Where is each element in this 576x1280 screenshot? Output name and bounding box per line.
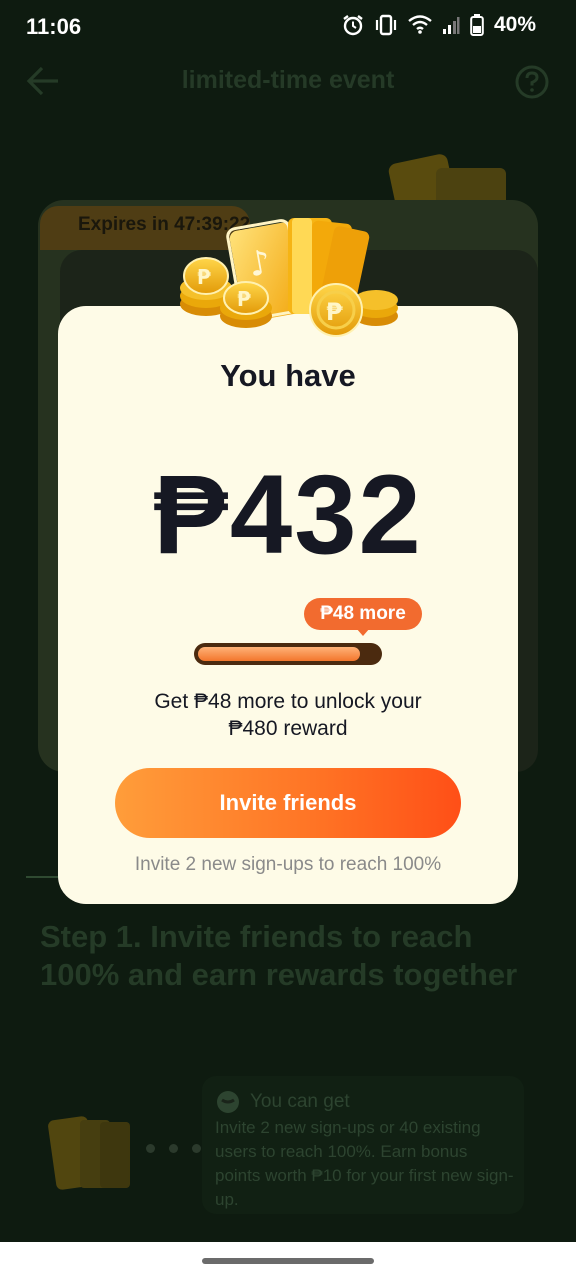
gift-icon	[217, 1091, 239, 1113]
status-time: 11:06	[26, 14, 82, 39]
coins-reward-image: ♪ ₱ ₱ ₱	[180, 218, 398, 337]
status-bar: 11:06 40%	[0, 0, 576, 52]
reward-amount: ₱432	[153, 452, 423, 577]
coupon-cards-image	[48, 1116, 130, 1190]
invite-friends-button[interactable]: Invite friends	[115, 768, 461, 838]
reward-modal: You have ₱432 ₱48 more Get ₱48 more to u…	[58, 306, 518, 904]
svg-text:₱: ₱	[197, 265, 211, 289]
modal-description: Get ₱48 more to unlock your ₱480 reward	[58, 688, 518, 742]
progress-tooltip-tail	[356, 628, 370, 636]
page-header: limited-time event	[0, 52, 576, 110]
progress-bar	[194, 643, 382, 665]
progress-tooltip: ₱48 more	[304, 598, 422, 630]
signal-icon	[442, 17, 460, 34]
step-dots	[146, 1144, 201, 1153]
wifi-icon	[408, 15, 432, 34]
reward-info-heading: You can get	[216, 1090, 350, 1114]
battery-icon	[470, 14, 484, 36]
vibrate-icon	[375, 14, 397, 36]
modal-title: You have	[220, 358, 356, 393]
modal-description-line1: Get ₱48 more to unlock your	[154, 690, 422, 713]
home-indicator[interactable]	[202, 1258, 374, 1264]
status-icons: 40%	[342, 13, 536, 37]
svg-text:₱: ₱	[237, 287, 251, 311]
reward-info-body: Invite 2 new sign-ups or 40 existing use…	[215, 1118, 514, 1209]
modal-description-line2: ₱480 reward	[228, 717, 348, 740]
modal-hint: Invite 2 new sign-ups to reach 100%	[134, 854, 442, 875]
progress-bar-fill	[198, 647, 360, 661]
step-title: Step 1. Invite friends to reach 100% and…	[40, 919, 518, 992]
page-title: limited-time event	[181, 66, 395, 94]
alarm-icon	[343, 15, 363, 36]
question-circle-icon[interactable]	[514, 64, 550, 100]
reward-info-heading-text: You can get	[250, 1091, 350, 1112]
svg-text:₱: ₱	[326, 298, 343, 326]
divider	[26, 876, 62, 878]
battery-percent: 40%	[493, 13, 536, 36]
